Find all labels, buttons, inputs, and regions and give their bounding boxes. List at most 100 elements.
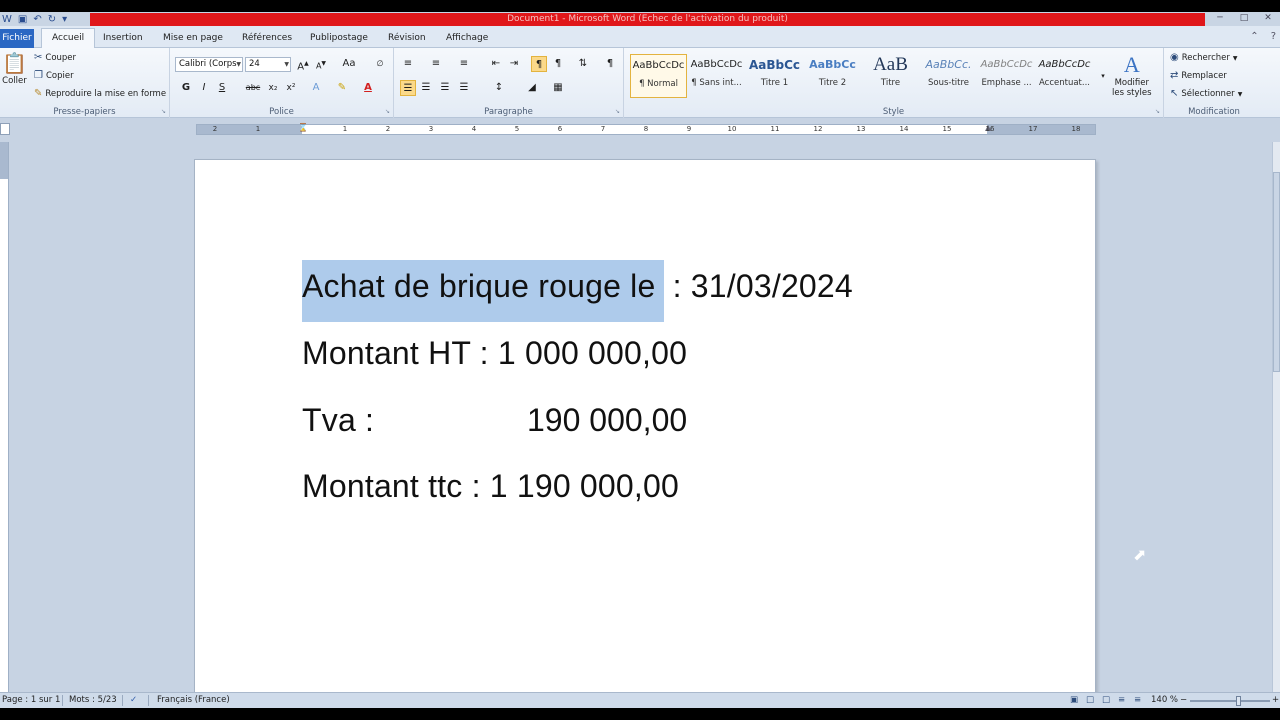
vertical-scrollbar[interactable] [1272,142,1280,692]
style-no-spacing[interactable]: AaBbCcDc ¶ Sans int... [688,54,745,98]
paste-button[interactable]: 📋 Coller [2,52,27,86]
tab-home[interactable]: Accueil [41,28,96,49]
tab-view[interactable]: Affichage [446,29,488,48]
style-normal[interactable]: AaBbCcDc ¶ Normal [630,54,687,98]
document-page[interactable]: Achat de brique rouge le : 31/03/2024 Mo… [194,159,1096,692]
doc-line-amount-ht[interactable]: Montant HT : 1 000 000,00 [302,335,687,372]
font-name-combo[interactable]: Calibri (Corps ▼ [175,57,243,72]
help-icon[interactable]: ? [1271,31,1276,42]
vertical-ruler[interactable] [0,142,9,692]
group-label-clipboard: Presse-papiers [53,107,116,117]
change-styles-button[interactable]: A Modifier les styles [1112,52,1152,98]
cut-button[interactable]: ✂ Couper [34,53,76,64]
align-right-icon[interactable]: ☰ [437,80,453,96]
style-title[interactable]: AaB Titre [862,54,919,98]
zoom-slider[interactable] [1190,696,1270,706]
dialog-launcher-icon[interactable]: ↘ [385,108,390,115]
language-indicator[interactable]: Français (France) [157,695,230,705]
doc-line-purchase[interactable]: Achat de brique rouge le : 31/03/2024 [302,260,853,322]
clear-format-icon[interactable]: ∅ [372,56,388,72]
redo-icon[interactable]: ↻ [48,14,56,25]
print-layout-icon[interactable]: ▣ [1070,695,1078,705]
highlight-icon[interactable]: ✎ [334,80,350,96]
proofing-icon[interactable]: ✓ [130,695,137,705]
superscript-icon[interactable]: x² [283,80,299,96]
style-heading-1[interactable]: AaBbCc Titre 1 [746,54,803,98]
format-painter-button[interactable]: ✎ Reproduire la mise en forme [34,89,166,100]
indent-marker-icon[interactable]: ⌛ [298,123,308,132]
selected-text[interactable]: Achat de brique rouge le [302,260,664,322]
borders-icon[interactable]: ▦ [550,80,566,96]
zoom-slider-knob[interactable] [1236,696,1241,706]
minimize-icon[interactable]: ─ [1208,12,1232,24]
shading-icon[interactable]: ◢ [524,80,540,96]
customize-icon[interactable]: ▾ [62,14,67,25]
select-button[interactable]: ↖ Sélectionner ▼ [1170,89,1242,100]
sort-icon[interactable]: ⇅ [575,56,591,72]
undo-icon[interactable]: ↶ [33,14,41,25]
dialog-launcher-icon[interactable]: ↘ [615,108,620,115]
tab-page-layout[interactable]: Mise en page [163,29,223,48]
zoom-out-icon[interactable]: − [1180,695,1187,705]
align-center-icon[interactable]: ☰ [418,80,434,96]
tab-review[interactable]: Révision [388,29,426,48]
draft-icon[interactable]: ≡ [1134,695,1141,705]
doc-line-amount-ttc[interactable]: Montant ttc : 1 190 000,00 [302,468,679,505]
word-count[interactable]: Mots : 5/23 [69,695,117,705]
justify-icon[interactable]: ☰ [456,80,472,96]
style-gallery-more-icon[interactable]: ▾ [1098,68,1108,84]
style-intense-emphasis[interactable]: AaBbCcDc Accentuat... [1036,54,1093,98]
tab-file[interactable]: Fichier [0,29,34,48]
copy-button[interactable]: ❐ Copier [34,71,74,82]
web-layout-icon[interactable]: □ [1102,695,1110,705]
style-subtitle[interactable]: AaBbCc. Sous-titre [920,54,977,98]
word-icon[interactable]: W [2,14,12,25]
save-icon[interactable]: ▣ [18,14,27,25]
full-screen-icon[interactable]: □ [1086,695,1094,705]
maximize-icon[interactable]: □ [1232,12,1256,24]
page-count[interactable]: Page : 1 sur 1 [2,695,60,705]
decrease-indent-icon[interactable]: ⇤ [488,56,504,72]
text-effects-icon[interactable]: A [308,80,324,96]
replace-button[interactable]: ⇄ Remplacer [1170,71,1227,82]
doc-line-tva-label[interactable]: Tva : [302,402,374,439]
horizontal-ruler[interactable]: ⌛ ▲ 2 1 1 2 3 4 5 6 7 8 9 10 11 12 13 14… [196,123,1096,135]
shrink-font-icon[interactable]: A▼ [313,56,329,72]
line-spacing-icon[interactable]: ↕ [491,80,507,96]
doc-line-tva-value[interactable]: 190 000,00 [527,402,687,439]
outline-icon[interactable]: ≡ [1118,695,1125,705]
tab-mailings[interactable]: Publipostage [310,29,368,48]
rtl-text-icon[interactable]: ¶ [550,56,566,72]
strikethrough-button[interactable]: abc [242,80,264,96]
minimize-ribbon-icon[interactable]: ⌃ [1250,31,1258,42]
change-case-button[interactable]: Aa [338,56,360,72]
increase-indent-icon[interactable]: ⇥ [506,56,522,72]
ltr-text-icon[interactable]: ¶ [531,56,547,72]
dialog-launcher-icon[interactable]: ↘ [161,108,166,115]
underline-button[interactable]: S [214,80,230,96]
zoom-in-icon[interactable]: + [1272,695,1279,705]
align-left-icon[interactable]: ☰ [400,80,416,96]
dialog-launcher-icon[interactable]: ↘ [1155,108,1160,115]
font-size-combo[interactable]: 24 ▼ [245,57,291,72]
group-label-editing: Modification [1188,107,1240,117]
bullets-icon[interactable]: ≡ [400,56,416,72]
font-color-icon[interactable]: A [360,80,376,96]
subscript-icon[interactable]: x₂ [265,80,281,96]
style-subtle-emphasis[interactable]: AaBbCcDc Emphase ... [978,54,1035,98]
tab-insert[interactable]: Insertion [103,29,143,48]
italic-button[interactable]: I [196,80,212,96]
show-marks-icon[interactable]: ¶ [602,56,618,72]
tab-selector-icon[interactable] [0,123,10,135]
style-heading-2[interactable]: AaBbCc Titre 2 [804,54,861,98]
scrollbar-thumb[interactable] [1273,172,1280,372]
numbering-icon[interactable]: ≡ [428,56,444,72]
bold-button[interactable]: G [178,80,194,96]
zoom-level[interactable]: 140 % [1151,695,1178,705]
grow-font-icon[interactable]: A▲ [295,56,311,72]
ruler-tick: 2 [385,125,391,133]
find-button[interactable]: ◉ Rechercher ▼ [1170,53,1238,64]
tab-references[interactable]: Références [242,29,292,48]
close-icon[interactable]: ✕ [1256,12,1280,24]
multilevel-list-icon[interactable]: ≡ [456,56,472,72]
